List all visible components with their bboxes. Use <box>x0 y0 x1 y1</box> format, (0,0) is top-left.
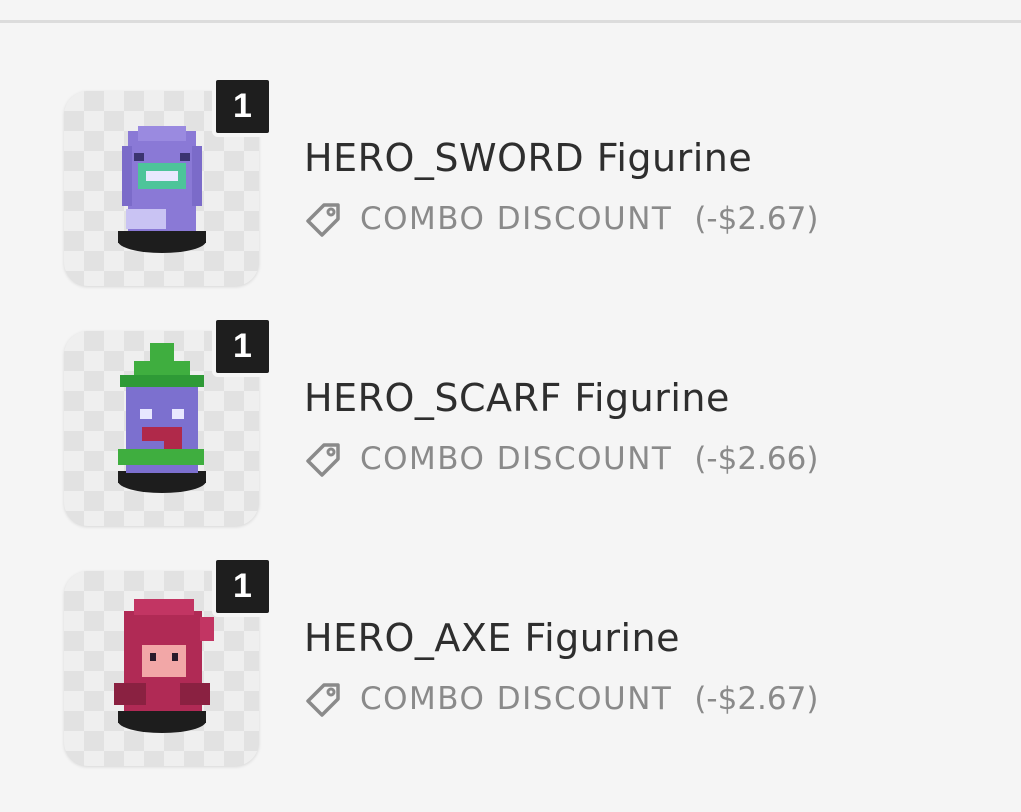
tag-icon <box>306 683 340 717</box>
discount-row: COMBO DISCOUNT (-$2.66) <box>304 419 858 497</box>
discount-row: COMBO DISCOUNT (-$2.67) <box>304 197 824 241</box>
tag-icon <box>306 203 340 237</box>
product-name[interactable]: HERO_SCARF Figurine <box>304 376 730 420</box>
quantity-badge: 1 <box>212 556 273 617</box>
quantity-badge: 1 <box>212 316 273 377</box>
product-name[interactable]: HERO_SWORD Figurine <box>304 136 752 180</box>
top-divider <box>0 20 1021 23</box>
product-name[interactable]: HERO_AXE Figurine <box>304 616 680 660</box>
discount-amount: (-$2.67) <box>694 201 819 237</box>
discount-label: COMBO DISCOUNT <box>360 441 673 477</box>
discount-row: COMBO DISCOUNT (-$2.67) <box>304 677 824 721</box>
discount-amount: (-$2.67) <box>694 681 819 717</box>
cart-item-hero-axe[interactable]: 1 HERO_AXE Figurine COMBO DISCOUNT (-$2.… <box>64 556 964 766</box>
cart-item-hero-sword[interactable]: 1 HERO_SWORD Figurine COMBO DISCOUNT (-$… <box>64 76 964 286</box>
tag-icon <box>306 443 340 477</box>
cart-item-hero-scarf[interactable]: 1 HERO_SCARF Figurine COMBO DISCOUNT (-$… <box>64 316 964 526</box>
discount-label: COMBO DISCOUNT <box>360 201 673 237</box>
quantity-badge: 1 <box>212 76 273 137</box>
discount-amount: (-$2.66) <box>677 419 858 497</box>
discount-label: COMBO DISCOUNT <box>360 681 673 717</box>
